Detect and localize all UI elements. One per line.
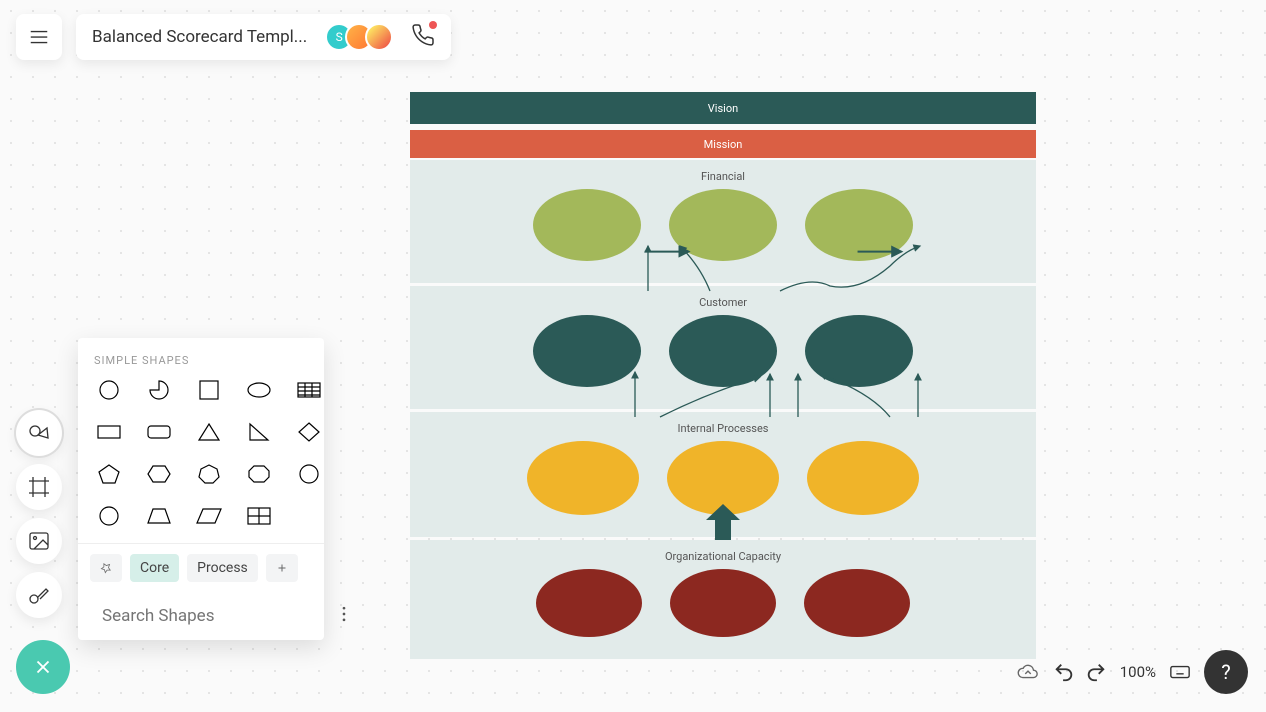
- oval-node[interactable]: [669, 315, 777, 387]
- shape-arc[interactable]: [144, 377, 174, 403]
- oval-node[interactable]: [533, 189, 641, 261]
- keyboard-icon: [1169, 661, 1191, 683]
- section-financial[interactable]: Financial: [410, 160, 1036, 283]
- call-button[interactable]: [411, 23, 435, 51]
- left-toolbar: [16, 410, 70, 694]
- tab-process[interactable]: Process: [187, 554, 258, 582]
- bottom-controls: 100% ?: [1016, 650, 1248, 694]
- section-title: Financial: [410, 170, 1036, 183]
- keyboard-button[interactable]: [1168, 660, 1192, 684]
- close-icon: [32, 656, 54, 678]
- shape-ellipse[interactable]: [244, 377, 274, 403]
- shape-diamond[interactable]: [294, 419, 324, 445]
- oval-node[interactable]: [533, 315, 641, 387]
- shape-rounded-rect[interactable]: [144, 419, 174, 445]
- oval-node[interactable]: [805, 315, 913, 387]
- shape-pentagon[interactable]: [94, 461, 124, 487]
- image-tool[interactable]: [16, 518, 62, 564]
- oval-node[interactable]: [527, 441, 639, 515]
- shape-trapezoid[interactable]: [144, 503, 174, 529]
- search-input[interactable]: [102, 606, 324, 626]
- draw-icon: [27, 583, 51, 607]
- document-title[interactable]: Balanced Scorecard Templ...: [92, 27, 307, 47]
- shapes-tool[interactable]: [16, 410, 62, 456]
- image-icon: [27, 529, 51, 553]
- help-button[interactable]: ?: [1204, 650, 1248, 694]
- frame-tool[interactable]: [16, 464, 62, 510]
- cloud-sync-button[interactable]: [1016, 660, 1040, 684]
- menu-button[interactable]: [16, 14, 62, 60]
- undo-icon: [1053, 661, 1075, 683]
- vision-band[interactable]: Vision: [410, 92, 1036, 124]
- oval-node[interactable]: [804, 569, 910, 637]
- shape-rect[interactable]: [94, 419, 124, 445]
- shape-decagon[interactable]: [94, 503, 124, 529]
- shape-search: [78, 592, 324, 640]
- shape-parallelogram[interactable]: [194, 503, 224, 529]
- avatar[interactable]: [365, 23, 393, 51]
- pin-tab[interactable]: [90, 554, 122, 582]
- oval-node[interactable]: [805, 189, 913, 261]
- notification-dot-icon: [429, 21, 437, 29]
- section-title: Internal Processes: [410, 422, 1036, 435]
- shape-hexagon[interactable]: [144, 461, 174, 487]
- shapes-panel: SIMPLE SHAPES Core Process: [78, 338, 324, 640]
- collaborators: S: [325, 23, 393, 51]
- shape-square[interactable]: [194, 377, 224, 403]
- oval-node[interactable]: [536, 569, 642, 637]
- mission-band[interactable]: Mission: [410, 130, 1036, 158]
- scorecard-diagram[interactable]: Vision Mission Financial Customer: [410, 92, 1036, 659]
- cloud-icon: [1017, 661, 1039, 683]
- shapes-tabs: Core Process: [78, 543, 324, 592]
- undo-button[interactable]: [1052, 660, 1076, 684]
- header: Balanced Scorecard Templ... S: [16, 14, 451, 60]
- big-arrow-icon: [706, 504, 740, 544]
- close-panel-button[interactable]: [16, 640, 70, 694]
- draw-tool[interactable]: [16, 572, 62, 618]
- add-tab[interactable]: [266, 554, 298, 582]
- oval-node[interactable]: [670, 569, 776, 637]
- oval-node[interactable]: [807, 441, 919, 515]
- oval-node[interactable]: [669, 189, 777, 261]
- shapes-icon: [27, 421, 51, 445]
- menu-icon: [28, 26, 50, 48]
- shape-triangle[interactable]: [194, 419, 224, 445]
- section-organizational[interactable]: Organizational Capacity: [410, 540, 1036, 659]
- shape-heptagon[interactable]: [194, 461, 224, 487]
- shape-nonagon[interactable]: [294, 461, 324, 487]
- tab-core[interactable]: Core: [130, 554, 179, 582]
- redo-icon: [1085, 661, 1107, 683]
- shape-grid[interactable]: [244, 503, 274, 529]
- shape-table[interactable]: [294, 377, 324, 403]
- shape-circle[interactable]: [94, 377, 124, 403]
- section-customer[interactable]: Customer: [410, 286, 1036, 409]
- pin-icon: [100, 560, 112, 576]
- plus-icon: [276, 560, 288, 576]
- shape-grid: [78, 377, 324, 543]
- title-bar: Balanced Scorecard Templ... S: [76, 14, 451, 60]
- more-vertical-icon: [334, 604, 354, 624]
- search-more-button[interactable]: [334, 604, 354, 628]
- zoom-level[interactable]: 100%: [1120, 663, 1156, 681]
- shape-octagon[interactable]: [244, 461, 274, 487]
- section-title: Customer: [410, 296, 1036, 309]
- frame-icon: [27, 475, 51, 499]
- redo-button[interactable]: [1084, 660, 1108, 684]
- shapes-section-label: SIMPLE SHAPES: [78, 338, 324, 377]
- shape-right-triangle[interactable]: [244, 419, 274, 445]
- section-title: Organizational Capacity: [410, 550, 1036, 563]
